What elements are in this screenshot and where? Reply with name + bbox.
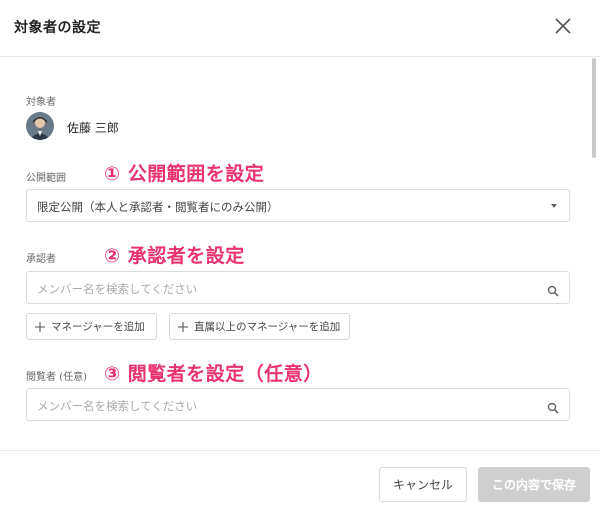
cancel-button[interactable]: キャンセル [379,467,467,502]
approver-annotation: ② 承認者を設定 [104,245,245,267]
dialog-header: 対象者の設定 [0,0,600,57]
scope-selected-value: 限定公開（本人と承認者・閲覧者にのみ公開） [37,200,279,214]
approver-search-placeholder: メンバー名を検索してください [37,282,198,296]
plus-icon [35,321,45,332]
scroll-thumb[interactable] [592,58,596,158]
dialog-footer: キャンセル この内容で保存 [0,450,600,511]
approver-search-input[interactable]: メンバー名を検索してください [26,271,570,304]
add-manager-label: マネージャーを追加 [51,321,145,333]
save-button[interactable]: この内容で保存 [478,467,590,502]
approver-label: 承認者 [26,254,56,265]
search-icon [547,399,559,414]
caret-down-icon [551,204,557,208]
scope-label: 公開範囲 [26,173,66,184]
viewer-annotation: ③ 閲覧者を設定（任意） [104,363,323,385]
viewer-search-input[interactable]: メンバー名を検索してください [26,388,570,421]
add-manager-button[interactable]: マネージャーを追加 [26,313,157,340]
viewer-search-placeholder: メンバー名を検索してください [37,399,198,413]
dialog-title: 対象者の設定 [14,20,101,36]
add-upper-manager-button[interactable]: 直属以上のマネージャーを追加 [169,313,350,340]
target-name: 佐藤 三郎 [67,121,119,135]
scope-select[interactable]: 限定公開（本人と承認者・閲覧者にのみ公開） [26,189,570,222]
close-icon[interactable] [552,15,574,37]
target-label: 対象者 [26,97,56,108]
plus-icon [178,321,188,332]
scrollbar[interactable] [592,58,598,448]
viewer-label: 閲覧者 (任意) [26,372,87,383]
avatar [26,112,54,140]
search-icon [547,282,559,297]
scope-annotation: ① 公開範囲を設定 [104,163,265,185]
add-upper-manager-label: 直属以上のマネージャーを追加 [194,321,341,333]
